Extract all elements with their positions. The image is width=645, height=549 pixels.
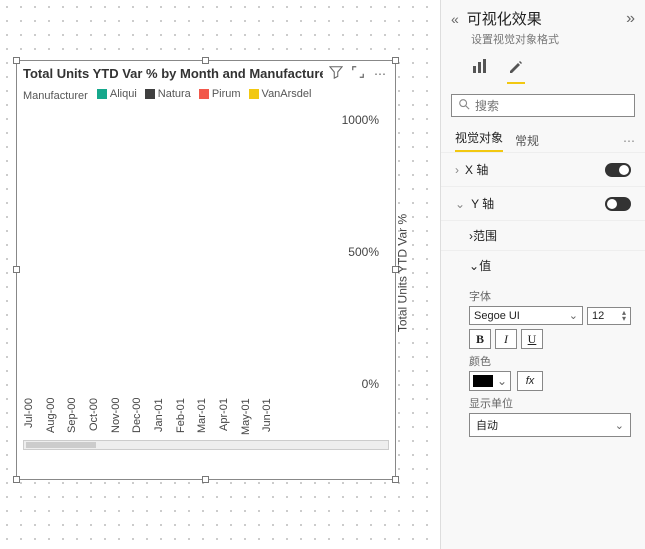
expand-pane-icon[interactable]: »: [626, 10, 635, 28]
x-tick: Nov-00: [110, 398, 132, 438]
section-values[interactable]: ⌄ 值: [441, 250, 645, 280]
more-options-icon[interactable]: ⋯: [371, 67, 389, 81]
section-range-label: 范围: [473, 227, 497, 244]
tab-general[interactable]: 常规: [515, 132, 539, 149]
fx-button[interactable]: fx: [517, 371, 543, 391]
x-tick: Apr-01: [218, 398, 240, 438]
chart-legend: Manufacturer Aliqui Natura Pirum VanArsdel: [17, 86, 395, 108]
x-tick: Feb-01: [175, 398, 197, 438]
resize-handle[interactable]: [13, 57, 20, 64]
y-tick: 500%: [348, 245, 379, 259]
font-family-select[interactable]: Segoe UI ⌄: [469, 306, 583, 325]
x-tick: Jan-01: [153, 398, 175, 438]
section-x-axis[interactable]: › X 轴: [441, 152, 645, 186]
collapse-pane-icon[interactable]: «: [451, 11, 459, 27]
search-input[interactable]: [475, 99, 630, 113]
font-label: 字体: [469, 288, 631, 304]
chart-title: Total Units YTD Var % by Month and Manuf…: [23, 66, 323, 81]
report-canvas[interactable]: Total Units YTD Var % by Month and Manuf…: [0, 0, 440, 549]
x-tick: Jul-00: [23, 398, 45, 438]
resize-handle[interactable]: [13, 266, 20, 273]
resize-handle[interactable]: [392, 476, 399, 483]
section-y-axis[interactable]: ⌄ Y 轴: [441, 186, 645, 220]
x-tick: Dec-00: [131, 398, 153, 438]
visualizations-pane: « 可视化效果 » 设置视觉对象格式 视觉对象 常规 ⋯ › X 轴 ⌄ Y 轴…: [440, 0, 645, 549]
display-unit-value: 自动: [476, 417, 498, 433]
color-picker[interactable]: ⌄: [469, 371, 511, 391]
focus-mode-icon[interactable]: [349, 65, 367, 82]
underline-button[interactable]: U: [521, 329, 543, 349]
legend-item[interactable]: VanArsdel: [249, 88, 312, 100]
display-unit-select[interactable]: 自动 ⌄: [469, 413, 631, 437]
font-family-value: Segoe UI: [474, 310, 520, 322]
color-chip: [473, 375, 493, 387]
search-icon: [458, 98, 470, 113]
pane-subtitle: 设置视觉对象格式: [441, 31, 645, 51]
x-tick: Oct-00: [88, 398, 110, 438]
resize-handle[interactable]: [392, 57, 399, 64]
chevron-down-icon: ⌄: [497, 374, 507, 388]
resize-handle[interactable]: [13, 476, 20, 483]
legend-item[interactable]: Aliqui: [97, 88, 137, 100]
legend-item[interactable]: Pirum: [199, 88, 241, 100]
x-tick: Sep-00: [66, 398, 88, 438]
resize-handle[interactable]: [202, 476, 209, 483]
horizontal-scrollbar[interactable]: [23, 440, 389, 450]
x-axis-toggle[interactable]: [605, 163, 631, 177]
chart-visual[interactable]: Total Units YTD Var % by Month and Manuf…: [16, 60, 396, 480]
legend-title: Manufacturer: [23, 90, 88, 102]
resize-handle[interactable]: [202, 57, 209, 64]
x-tick: Mar-01: [196, 398, 218, 438]
y-axis-title: Total Units YTD Var %: [395, 214, 409, 332]
display-unit-label: 显示单位: [469, 395, 631, 411]
spinner-icon: ▴▾: [622, 310, 626, 322]
search-box[interactable]: [451, 94, 635, 117]
legend-item[interactable]: Natura: [145, 88, 191, 100]
pane-title: 可视化效果: [467, 8, 626, 29]
font-size-value: 12: [592, 310, 604, 322]
chevron-down-icon: ⌄: [455, 197, 465, 211]
chevron-down-icon: ⌄: [469, 259, 479, 273]
filter-icon[interactable]: [327, 65, 345, 82]
section-range[interactable]: › 范围: [441, 220, 645, 250]
chart-plot-area: [23, 108, 283, 398]
y-axis-toggle[interactable]: [605, 197, 631, 211]
y-tick: 1000%: [342, 113, 379, 127]
color-label: 颜色: [469, 353, 631, 369]
chevron-right-icon: ›: [455, 163, 459, 177]
y-tick: 0%: [362, 377, 379, 391]
x-axis-labels: Jul-00Aug-00Sep-00Oct-00Nov-00Dec-00Jan-…: [23, 398, 283, 438]
font-size-input[interactable]: 12 ▴▾: [587, 307, 631, 325]
italic-button[interactable]: I: [495, 329, 517, 349]
section-values-label: 值: [479, 257, 491, 274]
chevron-down-icon: ⌄: [569, 309, 578, 322]
build-visual-icon[interactable]: [471, 62, 493, 79]
bold-button[interactable]: B: [469, 329, 491, 349]
x-tick: Jun-01: [261, 398, 283, 438]
tab-visual[interactable]: 视觉对象: [455, 129, 503, 152]
x-tick: May-01: [240, 398, 262, 438]
section-y-axis-label: Y 轴: [471, 195, 494, 212]
x-tick: Aug-00: [45, 398, 67, 438]
format-visual-icon[interactable]: [507, 57, 525, 84]
tabs-more-icon[interactable]: ⋯: [623, 134, 635, 148]
chevron-down-icon: ⌄: [615, 419, 624, 432]
section-x-axis-label: X 轴: [465, 161, 488, 178]
